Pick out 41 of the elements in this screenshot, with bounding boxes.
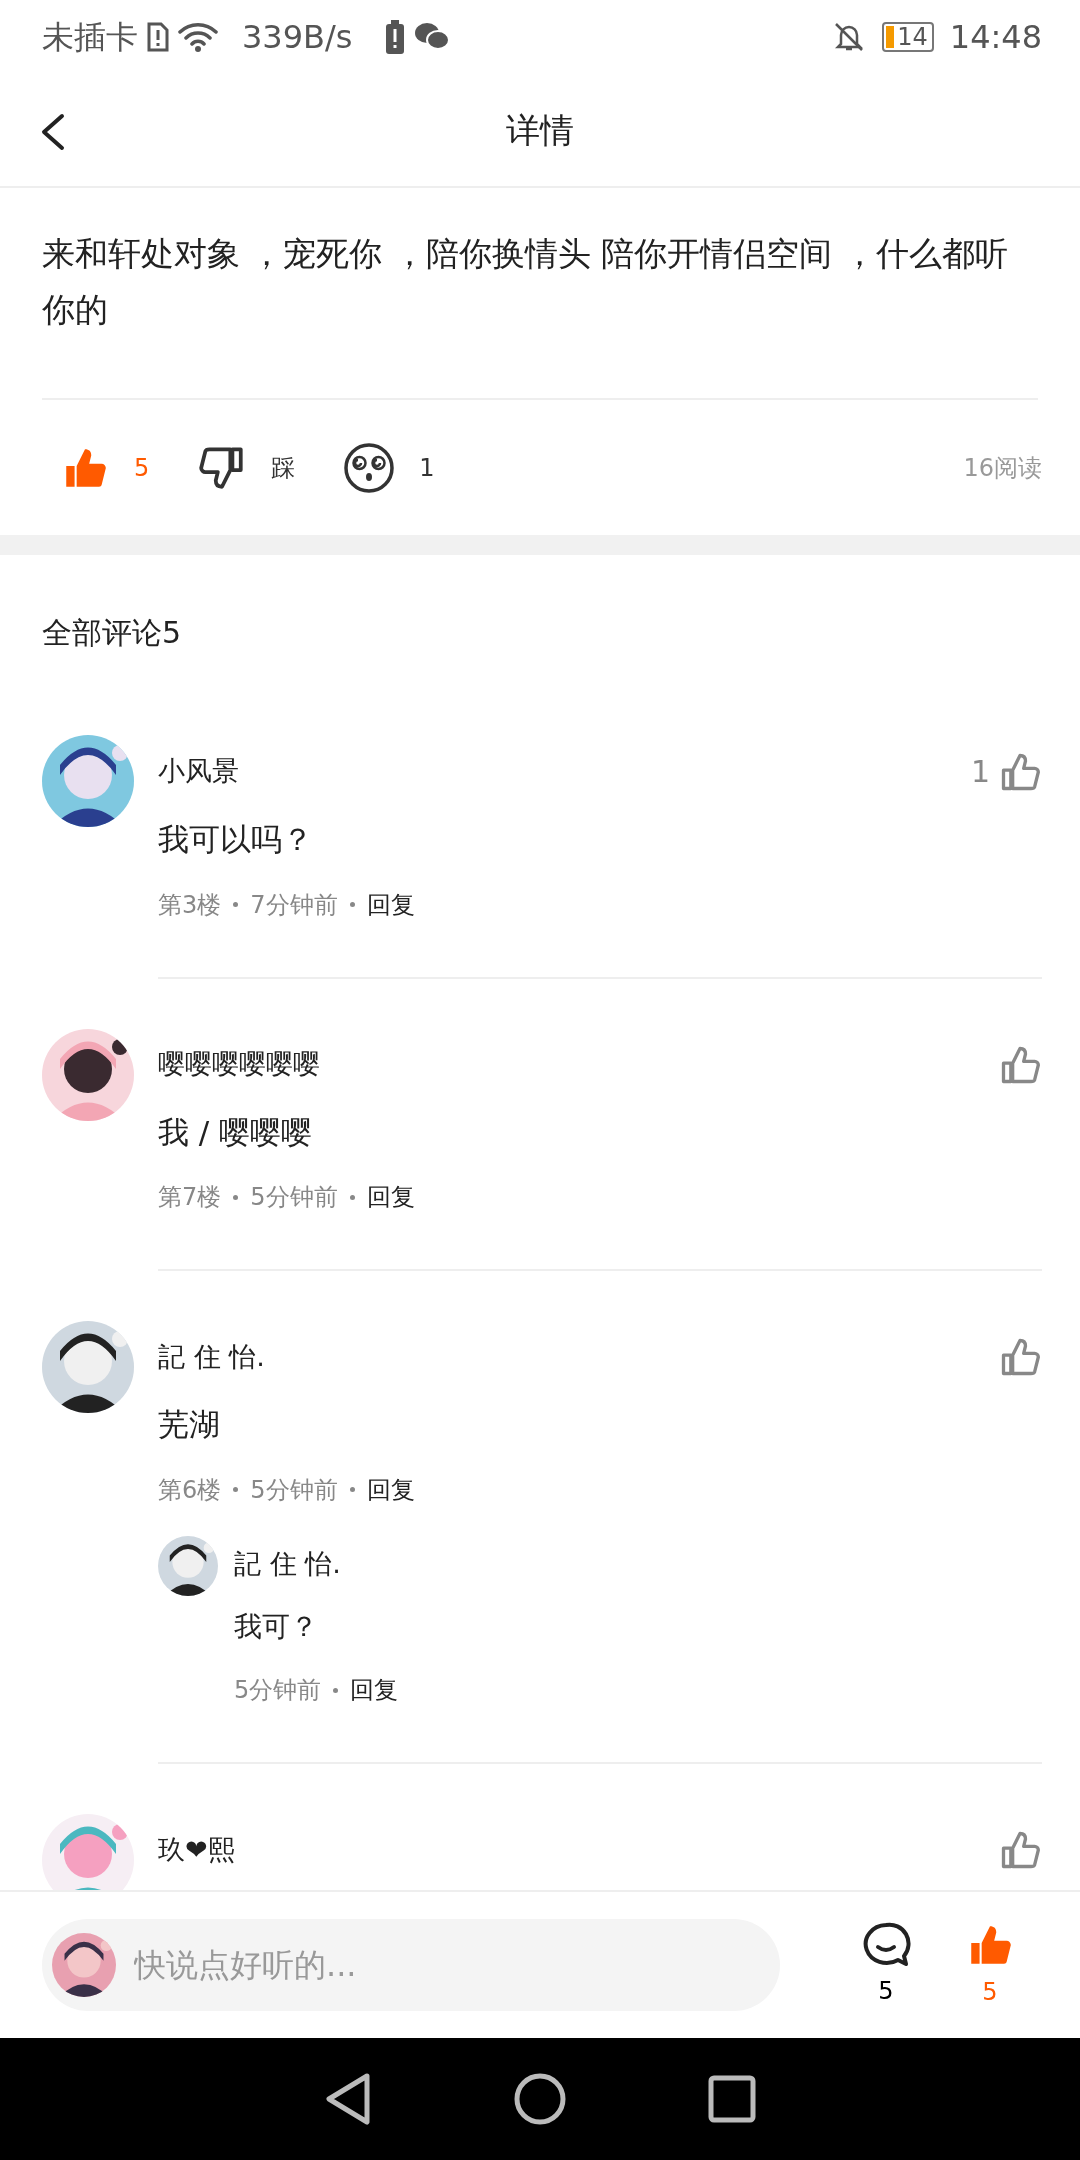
post-text: 来和轩处对象 ，宠死你 ，陪你换情头 陪你开情侣空间 ，什么都听你的	[41, 233, 1009, 332]
battery-alert-icon	[384, 20, 407, 55]
wifi-icon	[178, 21, 218, 54]
comment-time: 5分钟前	[250, 1474, 338, 1506]
reply-text: 我可？	[234, 1609, 319, 1646]
comment-text: 芜湖	[158, 1405, 221, 1445]
network-speed-text: 339B/s	[242, 17, 353, 59]
reply-link[interactable]: 回复	[350, 1672, 399, 1709]
reaction-button[interactable]: 1	[343, 441, 435, 494]
comment-author: 嘤嘤嘤嘤嘤嘤	[158, 1047, 320, 1082]
comment-author: 記 住 怡.	[158, 1339, 265, 1374]
back-nav-icon[interactable]	[323, 2072, 373, 2127]
page-title: 详情	[506, 108, 574, 152]
dizzy-face-icon	[343, 441, 396, 494]
section-title: 全部评论5	[41, 614, 183, 653]
carrier-text: 未插卡	[42, 17, 138, 59]
comment-time: 7分钟前	[250, 889, 338, 921]
comment-like-button[interactable]: 1	[970, 749, 1042, 795]
battery-fill	[886, 26, 895, 49]
reply-link[interactable]: 回复	[366, 1471, 415, 1508]
comment-floor: 第6楼	[158, 1474, 222, 1506]
reply-link[interactable]: 回复	[366, 1179, 415, 1216]
comment-time: 5分钟前	[250, 1182, 338, 1214]
battery-level-text: 14	[897, 25, 928, 50]
comment-floor: 第3楼	[158, 889, 222, 921]
comment-text: 我 / 嘤嘤嘤	[158, 1112, 314, 1152]
home-nav-icon[interactable]	[513, 2072, 567, 2127]
sim-alert-icon	[146, 22, 170, 53]
clock-time: 14:48	[949, 17, 1042, 59]
comment-author: 小风景	[158, 754, 239, 789]
dislike-button[interactable]: 踩	[197, 442, 296, 493]
comment-floor: 第7楼	[158, 1182, 222, 1214]
comments-button[interactable]: 5	[846, 1920, 926, 2009]
read-count: 16阅读	[963, 452, 1042, 484]
chat-bubble-icon	[861, 1920, 911, 1969]
reply-time: 5分钟前	[234, 1675, 322, 1707]
comment-author: 玖❤熙	[158, 1832, 235, 1867]
reply-link[interactable]: 回复	[366, 886, 415, 923]
comment-text: 我可以吗？	[158, 820, 314, 860]
recents-nav-icon[interactable]	[707, 2074, 757, 2125]
reply-author: 記 住 怡.	[234, 1546, 342, 1581]
